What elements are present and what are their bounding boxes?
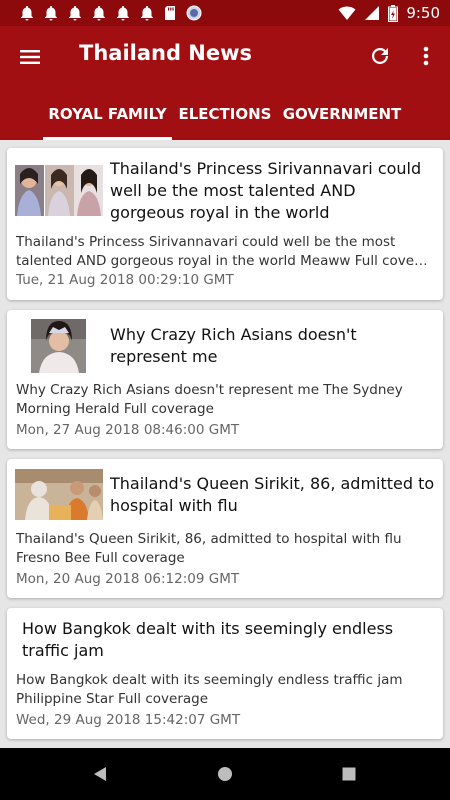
- article-headline: Why Crazy Rich Asians doesn't represent …: [110, 325, 357, 366]
- back-triangle-icon: [94, 767, 106, 781]
- bell-icon: [21, 6, 33, 21]
- battery-icon: [388, 4, 399, 22]
- wifi-icon: [338, 6, 356, 20]
- recents-square-icon: [342, 767, 356, 781]
- circle-icon: [186, 5, 202, 21]
- article-summary: Thailand's Queen Sirikit, 86, admitted t…: [16, 530, 434, 568]
- tab-elections[interactable]: ELECTIONS: [172, 88, 278, 140]
- bell-icon: [93, 6, 105, 21]
- article-date: Tue, 21 Aug 2018 00:29:10 GMT: [16, 272, 234, 288]
- article-headline: Thailand's Queen Sirikit, 86, admitted t…: [110, 474, 435, 515]
- article-date: Mon, 27 Aug 2018 08:46:00 GMT: [16, 422, 240, 438]
- article-headline: Thailand's Princess Sirivannavari could …: [110, 159, 422, 222]
- summary-line: Why Crazy Rich Asians doesn't represent …: [16, 382, 403, 398]
- article-date: Mon, 20 Aug 2018 06:12:09 GMT: [16, 571, 240, 587]
- more-options-button[interactable]: [414, 44, 438, 68]
- app-bar: Thailand News ROYAL FAMILY ELECTIONS GOV…: [0, 26, 450, 140]
- summary-line: talented AND gorgeous royal in the world…: [16, 253, 428, 269]
- menu-button[interactable]: [18, 45, 42, 69]
- status-bar: 9:50: [0, 0, 450, 26]
- bell-icon: [117, 6, 129, 21]
- toolbar: Thailand News: [0, 26, 450, 88]
- article-thumbnail: [15, 165, 103, 216]
- tab-bar: ROYAL FAMILY ELECTIONS GOVERNMENT: [0, 88, 450, 140]
- article-summary: Why Crazy Rich Asians doesn't represent …: [16, 381, 434, 419]
- recents-button[interactable]: [341, 766, 357, 786]
- article-date: Wed, 29 Aug 2018 15:42:07 GMT: [16, 712, 241, 728]
- signal-icon: [365, 6, 380, 20]
- summary-line: Thailand's Queen Sirikit, 86, admitted t…: [16, 531, 402, 547]
- more-vert-icon: [423, 46, 429, 66]
- status-time: 9:50: [406, 4, 440, 22]
- bell-icon: [69, 6, 81, 21]
- home-button[interactable]: [217, 766, 233, 786]
- hamburger-menu-icon: [20, 50, 40, 64]
- tab-government[interactable]: GOVERNMENT: [278, 88, 406, 140]
- app-title: Thailand News: [79, 41, 253, 65]
- article-card[interactable]: Thailand's Princess Sirivannavari could …: [7, 148, 443, 300]
- system-navigation-bar: [0, 748, 450, 800]
- article-summary: Thailand's Princess Sirivannavari could …: [16, 233, 434, 271]
- article-thumbnail: [31, 319, 86, 373]
- article-card[interactable]: Thailand's Queen Sirikit, 86, admitted t…: [7, 459, 443, 598]
- summary-line: Philippine Star Full coverage: [16, 691, 209, 707]
- summary-line: How Bangkok dealt with its seemingly end…: [16, 672, 403, 688]
- article-card[interactable]: Why Crazy Rich Asians doesn't represent …: [7, 310, 443, 449]
- refresh-icon: [372, 48, 388, 64]
- system-indicators: 9:50: [338, 4, 440, 22]
- refresh-button[interactable]: [368, 44, 392, 68]
- summary-line: Morning Herald Full coverage: [16, 401, 214, 417]
- sd-card-icon: [165, 6, 175, 20]
- summary-line: Thailand's Princess Sirivannavari could …: [16, 234, 396, 250]
- home-circle-icon: [218, 767, 232, 781]
- article-headline: How Bangkok dealt with its seemingly end…: [22, 619, 394, 660]
- article-summary: How Bangkok dealt with its seemingly end…: [16, 671, 434, 709]
- bell-icon: [45, 6, 57, 21]
- notification-icons: [20, 5, 202, 21]
- news-feed[interactable]: Thailand's Princess Sirivannavari could …: [0, 140, 450, 748]
- back-button[interactable]: [92, 766, 108, 786]
- tab-royal-family[interactable]: ROYAL FAMILY: [43, 88, 172, 140]
- summary-line: Fresno Bee Full coverage: [16, 550, 185, 566]
- bell-icon: [141, 6, 153, 21]
- article-card[interactable]: How Bangkok dealt with its seemingly end…: [7, 608, 443, 739]
- article-thumbnail: [15, 469, 103, 520]
